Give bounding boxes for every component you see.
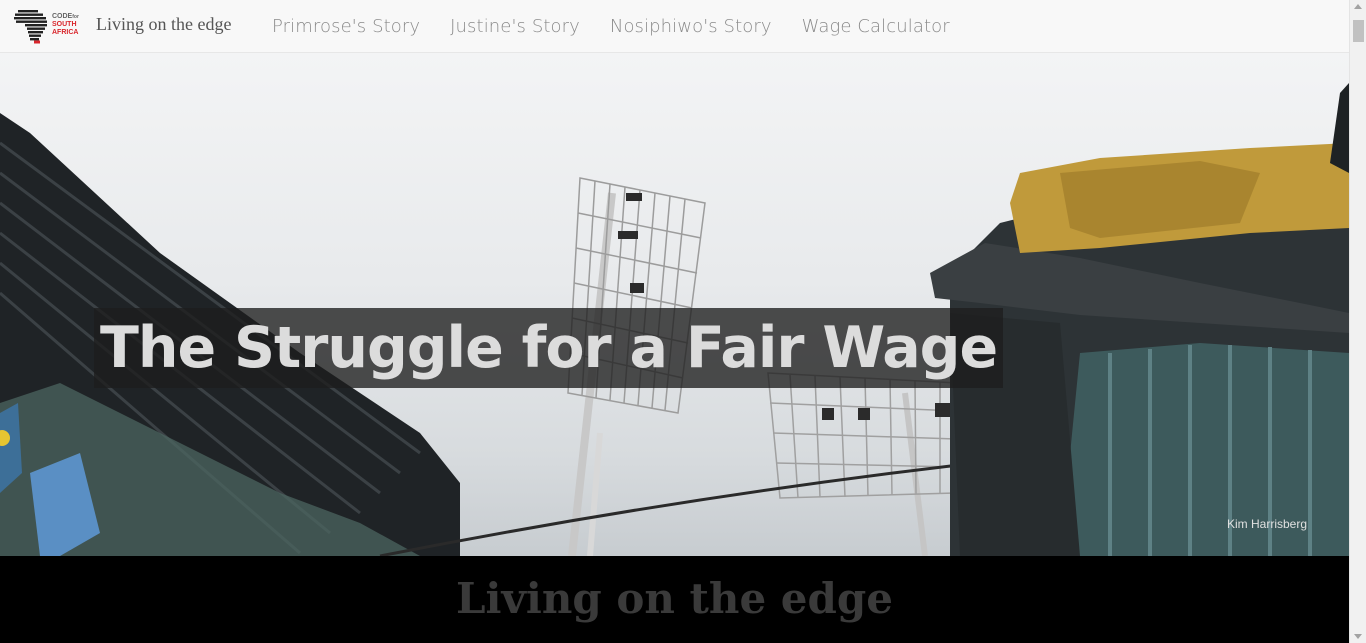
code-for-south-africa-logo[interactable]: CODEfor SOUTH AFRICA: [14, 8, 84, 44]
section-band: Living on the edge: [0, 556, 1349, 643]
nav-link-justine-story[interactable]: Justine's Story: [435, 16, 595, 37]
logo-line3: AFRICA: [52, 29, 79, 36]
scroll-up-arrow-icon[interactable]: [1354, 4, 1362, 9]
scroll-down-arrow-icon[interactable]: [1354, 634, 1362, 639]
nav-link-nosiphiwo-story[interactable]: Nosiphiwo's Story: [595, 16, 787, 37]
nav-link-primrose-story[interactable]: Primrose's Story: [257, 16, 435, 37]
hero-title: The Struggle for a Fair Wage: [100, 315, 998, 381]
scroll-thumb[interactable]: [1353, 20, 1364, 42]
hero-title-box: The Struggle for a Fair Wage: [94, 308, 1004, 388]
logo-line1-suffix: for: [72, 14, 79, 20]
nav-link-wage-calculator[interactable]: Wage Calculator: [787, 16, 965, 37]
logo-line1: CODE: [52, 13, 73, 20]
brand-title[interactable]: Living on the edge: [96, 14, 231, 35]
hero-photo-illustration: [0, 83, 1349, 556]
page-scrollbar[interactable]: [1349, 0, 1366, 643]
logo-line2: SOUTH: [52, 21, 77, 28]
nav-links: Primrose's Story Justine's Story Nosiphi…: [257, 0, 965, 52]
photo-credit: Kim Harrisberg: [1227, 517, 1308, 531]
hero-banner: The Struggle for a Fair Wage Kim Harrisb…: [0, 53, 1349, 556]
top-navbar: CODEfor SOUTH AFRICA Living on the edge …: [0, 0, 1349, 53]
section-heading: Living on the edge: [455, 574, 893, 623]
